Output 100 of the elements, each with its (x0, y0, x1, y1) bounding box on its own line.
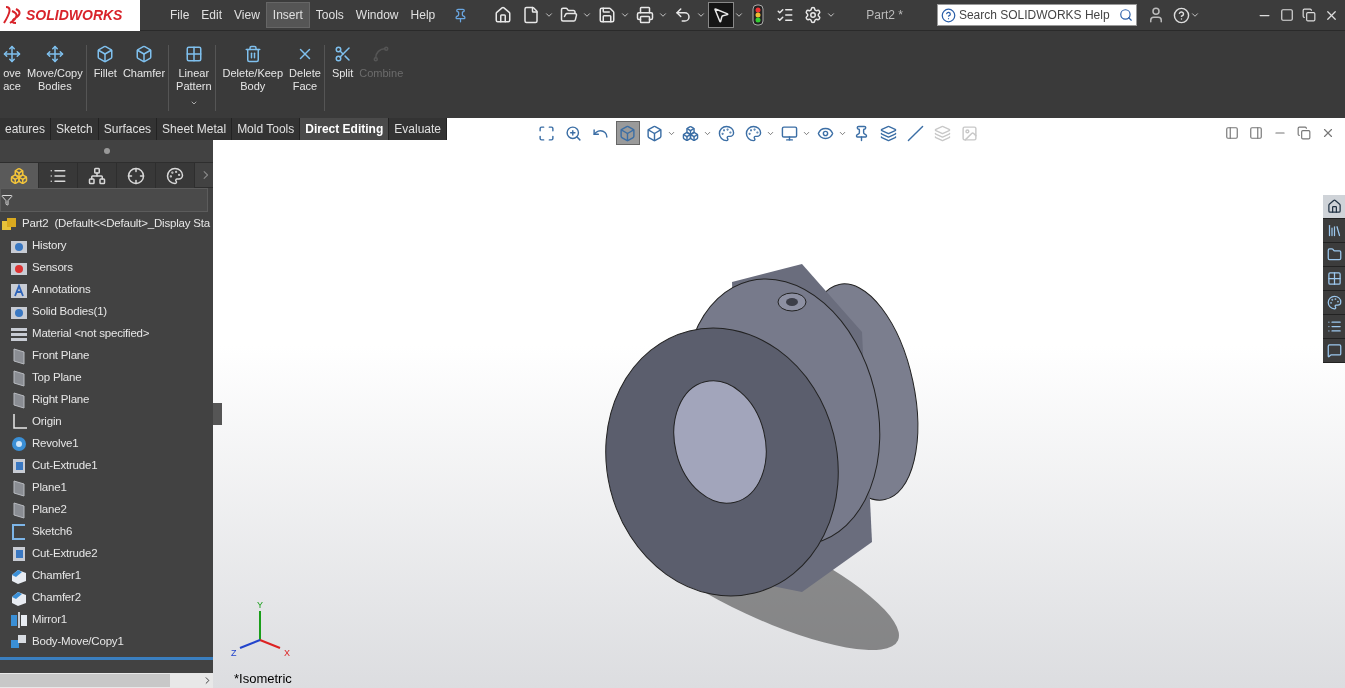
panel-tab[interactable] (156, 163, 196, 188)
origin-icon (10, 413, 28, 431)
panel-tab[interactable] (78, 163, 118, 188)
command-tab[interactable]: Mold Tools (232, 118, 301, 140)
mirror-icon (10, 611, 28, 629)
caret-icon[interactable] (620, 10, 631, 20)
panel-tab[interactable] (117, 163, 157, 188)
menu-item[interactable]: Tools (309, 2, 350, 28)
tree-item-label[interactable]: Sensors (32, 259, 73, 277)
command-tab[interactable]: Sheet Metal (157, 118, 233, 140)
ribbon-button[interactable]: Delete Face (286, 45, 324, 111)
panel-tab[interactable] (39, 163, 79, 188)
search-field[interactable]: Search SOLIDWORKS Help (936, 4, 1137, 26)
caret-icon[interactable] (826, 10, 837, 20)
cube-icon (96, 45, 115, 63)
tree-item-label[interactable]: Top Plane (32, 369, 82, 387)
tree-item-label[interactable]: History (32, 237, 67, 255)
tree-item-label[interactable]: Chamfer1 (32, 567, 81, 585)
list-icon (1326, 319, 1342, 334)
help-icon[interactable] (1172, 6, 1190, 24)
panel-tab[interactable] (0, 163, 40, 188)
y-axis-label: Y (257, 600, 263, 610)
panel-right-icon[interactable] (1249, 126, 1263, 140)
checklist-icon (776, 6, 795, 24)
tree-item-label[interactable]: Plane2 (32, 501, 67, 519)
hierarchy-icon (88, 166, 107, 185)
command-tab[interactable]: Surfaces (98, 118, 158, 140)
tree-item-label[interactable]: Revolve1 (32, 435, 79, 453)
task-pane-tab[interactable] (1323, 195, 1345, 219)
command-tab[interactable]: eatures (0, 118, 52, 140)
library-icon (1326, 223, 1342, 238)
cube-icon (619, 124, 637, 142)
chamfer-icon (10, 589, 28, 607)
tree-item-label[interactable]: Annotations (32, 281, 91, 299)
tile-windows-icon[interactable] (1302, 8, 1316, 22)
tree-item-label[interactable]: Body-Move/Copy1 (32, 633, 124, 651)
palette-icon (1326, 295, 1342, 310)
home-icon (1326, 199, 1342, 214)
cut-extrude-icon (10, 545, 28, 563)
caret-icon[interactable] (582, 10, 593, 20)
tree-item-label[interactable]: Sketch6 (32, 523, 73, 541)
menu-item[interactable]: View (228, 2, 266, 28)
restore-icon[interactable] (1280, 8, 1294, 22)
layers-icon (880, 124, 898, 142)
ribbon-button[interactable]: ove ace (0, 45, 24, 111)
ribbon-button[interactable]: Move/Copy Bodies (24, 45, 86, 111)
pin-icon[interactable] (453, 7, 469, 23)
chat-icon (1326, 343, 1342, 358)
caret-icon[interactable] (1189, 10, 1200, 20)
traffic-light-icon (752, 4, 765, 26)
menu-item[interactable]: Help (404, 2, 442, 28)
tree-item-label[interactable]: Right Plane (32, 391, 90, 409)
restore-icon[interactable] (1297, 126, 1311, 140)
tree-item-label[interactable]: Mirror1 (32, 611, 67, 629)
grid-icon (1326, 271, 1342, 286)
command-tab[interactable]: Sketch (51, 118, 99, 140)
ribbon-button[interactable]: Chamfer (119, 45, 169, 111)
material-icon (10, 325, 28, 343)
move-copy-icon (10, 633, 28, 651)
tree-item-label[interactable]: Part2 (Default<<Default>_Display Sta (22, 215, 210, 233)
menu-item[interactable]: Edit (195, 2, 229, 28)
close-icon[interactable] (1321, 126, 1335, 140)
caret-icon[interactable] (696, 10, 707, 20)
save-icon (598, 6, 617, 24)
monitor-icon (781, 124, 799, 142)
document-title: Part2 * (866, 7, 903, 24)
menu-item[interactable]: Insert (265, 2, 310, 28)
ribbon-button[interactable]: Linear Pattern (173, 45, 215, 111)
tree-item-label[interactable]: Cut-Extrude2 (32, 545, 98, 563)
axis-triad-drawing (239, 610, 281, 649)
z-axis-label: Z (231, 648, 237, 658)
line-icon (907, 124, 925, 142)
command-tab[interactable]: Direct Editing (300, 118, 390, 140)
ribbon-button[interactable]: Fillet (90, 45, 120, 111)
menu-item[interactable]: File (164, 2, 196, 28)
horizontal-scrollbar[interactable] (0, 673, 213, 688)
caret-icon[interactable] (544, 10, 555, 20)
tree-item-label[interactable]: Chamfer2 (32, 589, 81, 607)
tree-item-label[interactable]: Material <not specified> (32, 325, 150, 343)
tree-item-label[interactable]: Cut-Extrude1 (32, 457, 98, 475)
caret-icon[interactable] (658, 10, 669, 20)
plane-icon (10, 479, 28, 497)
tree-item-label[interactable]: Front Plane (32, 347, 90, 365)
tree-item-label[interactable]: Origin (32, 413, 62, 431)
select-button[interactable] (708, 2, 735, 28)
search-icon[interactable] (1118, 8, 1133, 22)
caret-icon[interactable] (734, 10, 745, 20)
menu-item[interactable]: Window (349, 2, 405, 28)
filter-field[interactable] (0, 188, 208, 212)
move-arrows-icon (3, 45, 21, 63)
tree-item-label[interactable]: Plane1 (32, 479, 67, 497)
ribbon-button[interactable]: Split (328, 45, 357, 111)
grid-icon (184, 45, 203, 63)
cubes-icon (682, 124, 700, 142)
ribbon-button[interactable]: Delete/Keep Body (219, 45, 287, 111)
zoom-fit-icon (538, 124, 556, 142)
splitter-handle-icon[interactable] (103, 148, 110, 154)
panel-left-icon[interactable] (1225, 126, 1239, 140)
tree-item-label[interactable]: Solid Bodies(1) (32, 303, 107, 321)
command-tab[interactable]: Evaluate (389, 118, 447, 140)
